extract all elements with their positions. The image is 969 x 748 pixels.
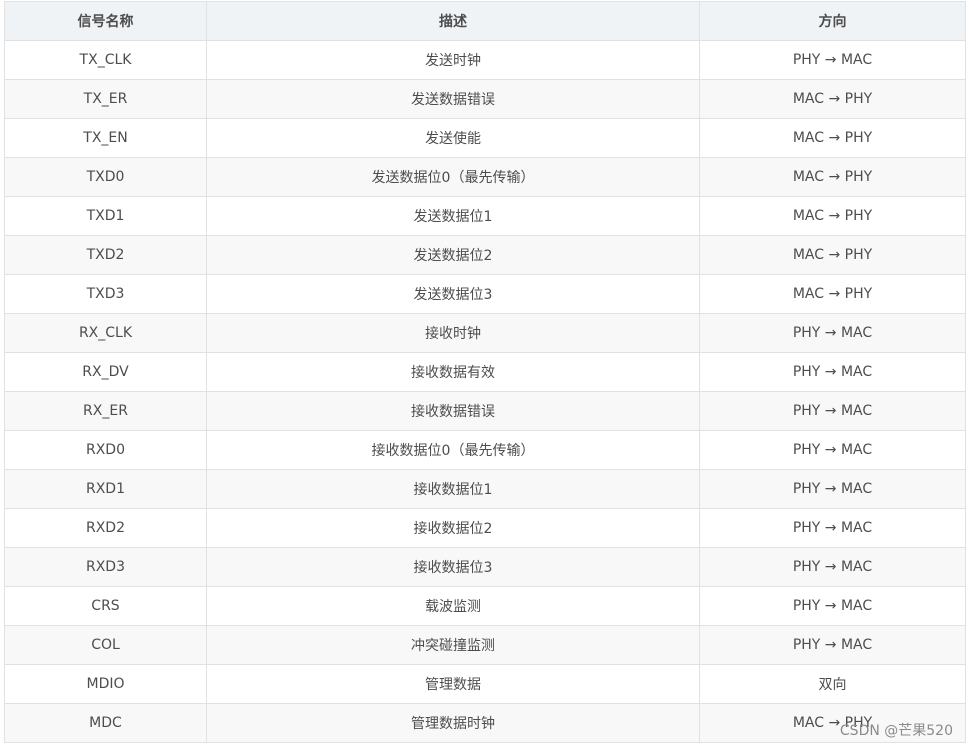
table-row: RX_DV 接收数据有效 PHY → MAC — [4, 352, 966, 392]
cell-direction: MAC → PHY — [699, 79, 966, 119]
cell-direction: MAC → PHY — [699, 274, 966, 314]
cell-description: 冲突碰撞监测 — [206, 625, 700, 665]
cell-direction: PHY → MAC — [699, 508, 966, 548]
cell-description: 发送数据位3 — [206, 274, 700, 314]
cell-direction: PHY → MAC — [699, 40, 966, 80]
cell-signal-name: CRS — [4, 586, 207, 626]
cell-signal-name: COL — [4, 625, 207, 665]
cell-description: 接收时钟 — [206, 313, 700, 353]
table-header: 信号名称 描述 方向 — [4, 1, 966, 41]
cell-direction: PHY → MAC — [699, 352, 966, 392]
table-row: TX_ER 发送数据错误 MAC → PHY — [4, 79, 966, 119]
table-row: RXD1 接收数据位1 PHY → MAC — [4, 469, 966, 509]
table-body: TX_CLK 发送时钟 PHY → MAC TX_ER 发送数据错误 MAC →… — [4, 40, 966, 743]
cell-direction: MAC → PHY — [699, 157, 966, 197]
cell-signal-name: RX_DV — [4, 352, 207, 392]
table-row: TXD0 发送数据位0（最先传输） MAC → PHY — [4, 157, 966, 197]
cell-description: 发送数据位1 — [206, 196, 700, 236]
cell-direction: MAC → PHY — [699, 196, 966, 236]
cell-signal-name: TX_CLK — [4, 40, 207, 80]
cell-direction: PHY → MAC — [699, 547, 966, 587]
signal-table: 信号名称 描述 方向 TX_CLK 发送时钟 PHY → MAC TX_ER 发… — [4, 1, 966, 743]
table-row: CRS 载波监测 PHY → MAC — [4, 586, 966, 626]
cell-signal-name: RXD2 — [4, 508, 207, 548]
cell-description: 接收数据有效 — [206, 352, 700, 392]
cell-direction: MAC → PHY — [699, 235, 966, 275]
cell-description: 发送数据位2 — [206, 235, 700, 275]
cell-signal-name: TXD3 — [4, 274, 207, 314]
cell-signal-name: RXD1 — [4, 469, 207, 509]
cell-signal-name: RX_CLK — [4, 313, 207, 353]
cell-description: 接收数据错误 — [206, 391, 700, 431]
table-row: TX_CLK 发送时钟 PHY → MAC — [4, 40, 966, 80]
cell-signal-name: RXD3 — [4, 547, 207, 587]
table-row: TXD3 发送数据位3 MAC → PHY — [4, 274, 966, 314]
cell-description: 发送使能 — [206, 118, 700, 158]
cell-direction: PHY → MAC — [699, 586, 966, 626]
cell-signal-name: TX_EN — [4, 118, 207, 158]
page: 信号名称 描述 方向 TX_CLK 发送时钟 PHY → MAC TX_ER 发… — [0, 0, 969, 748]
cell-direction: PHY → MAC — [699, 313, 966, 353]
cell-signal-name: RX_ER — [4, 391, 207, 431]
cell-description: 接收数据位0（最先传输） — [206, 430, 700, 470]
cell-direction: 双向 — [699, 664, 966, 704]
cell-direction: PHY → MAC — [699, 430, 966, 470]
header-signal-name: 信号名称 — [4, 1, 207, 41]
cell-direction: PHY → MAC — [699, 469, 966, 509]
table-row: TX_EN 发送使能 MAC → PHY — [4, 118, 966, 158]
table-row: MDIO 管理数据 双向 — [4, 664, 966, 704]
cell-description: 接收数据位3 — [206, 547, 700, 587]
header-direction: 方向 — [699, 1, 966, 41]
cell-description: 管理数据 — [206, 664, 700, 704]
header-row: 信号名称 描述 方向 — [4, 1, 966, 41]
cell-direction: PHY → MAC — [699, 625, 966, 665]
cell-signal-name: TX_ER — [4, 79, 207, 119]
table-row: COL 冲突碰撞监测 PHY → MAC — [4, 625, 966, 665]
cell-description: 载波监测 — [206, 586, 700, 626]
cell-description: 管理数据时钟 — [206, 703, 700, 743]
table-row: MDC 管理数据时钟 MAC → PHY — [4, 703, 966, 743]
cell-description: 接收数据位2 — [206, 508, 700, 548]
cell-description: 发送时钟 — [206, 40, 700, 80]
cell-signal-name: TXD2 — [4, 235, 207, 275]
cell-signal-name: TXD1 — [4, 196, 207, 236]
table-row: RXD2 接收数据位2 PHY → MAC — [4, 508, 966, 548]
table-row: RX_CLK 接收时钟 PHY → MAC — [4, 313, 966, 353]
table-row: TXD1 发送数据位1 MAC → PHY — [4, 196, 966, 236]
cell-direction: PHY → MAC — [699, 391, 966, 431]
header-description: 描述 — [206, 1, 700, 41]
cell-direction: MAC → PHY — [699, 118, 966, 158]
table-row: TXD2 发送数据位2 MAC → PHY — [4, 235, 966, 275]
cell-signal-name: MDIO — [4, 664, 207, 704]
csdn-watermark: CSDN @芒果520 — [839, 723, 953, 739]
table-row: RXD3 接收数据位3 PHY → MAC — [4, 547, 966, 587]
cell-signal-name: TXD0 — [4, 157, 207, 197]
cell-signal-name: RXD0 — [4, 430, 207, 470]
cell-description: 发送数据位0（最先传输） — [206, 157, 700, 197]
cell-signal-name: MDC — [4, 703, 207, 743]
table-row: RXD0 接收数据位0（最先传输） PHY → MAC — [4, 430, 966, 470]
cell-description: 接收数据位1 — [206, 469, 700, 509]
cell-description: 发送数据错误 — [206, 79, 700, 119]
table-row: RX_ER 接收数据错误 PHY → MAC — [4, 391, 966, 431]
